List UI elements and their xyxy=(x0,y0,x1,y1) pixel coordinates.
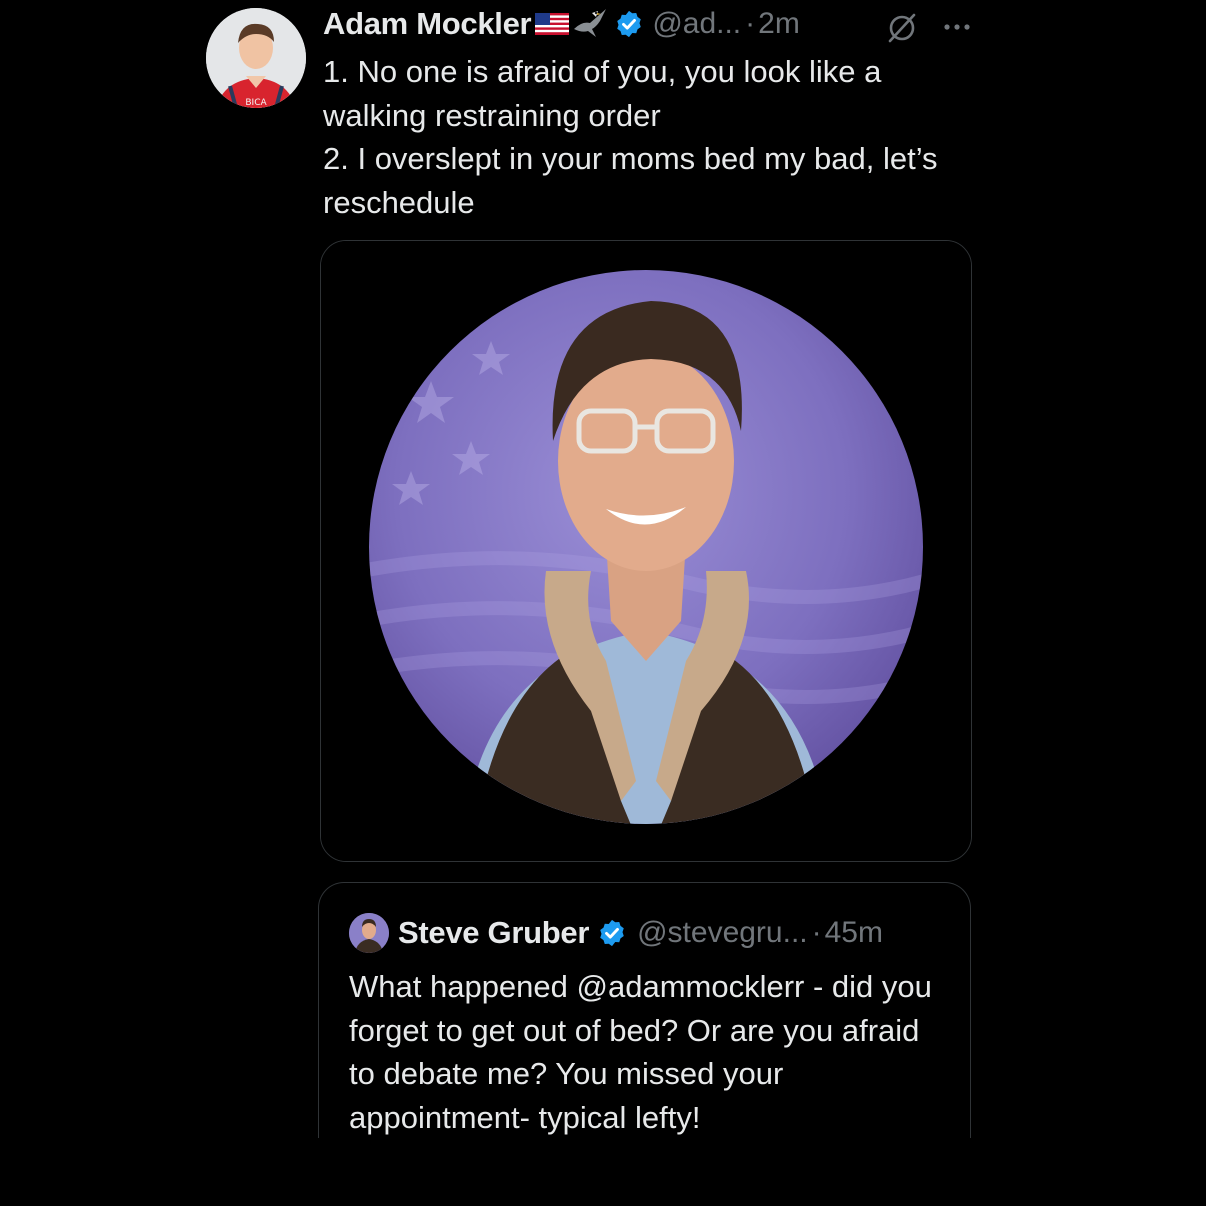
tweet-text-line: 1. No one is afraid of you, you look lik… xyxy=(323,54,882,133)
tweet-text: 1. No one is afraid of you, you look lik… xyxy=(323,50,963,224)
more-options-icon[interactable] xyxy=(942,14,972,40)
tweet-header: Adam Mockler @ad... · 2m xyxy=(323,4,800,44)
eagle-icon xyxy=(572,7,608,41)
tweet-text-line: 2. I overslept in your moms bed my bad, … xyxy=(323,141,938,220)
author-display-name[interactable]: Adam Mockler xyxy=(323,6,532,42)
tweet-timestamp[interactable]: 2m xyxy=(758,7,800,41)
quoted-author-avatar[interactable] xyxy=(349,913,389,953)
svg-text:BICA: BICA xyxy=(245,98,267,108)
quoted-tweet-header: Steve Gruber @stevegru... · 45m xyxy=(349,913,883,953)
quoted-tweet-text: What happened @adammocklerr - did you fo… xyxy=(349,969,932,1135)
quoted-author-display-name[interactable]: Steve Gruber xyxy=(398,915,589,951)
tweet[interactable]: BICA Adam Mockler @ad... · 2m 1. No one … xyxy=(0,0,1206,1206)
bottom-edge xyxy=(0,1138,1206,1206)
quoted-tweet-card[interactable]: Steve Gruber @stevegru... · 45m What hap… xyxy=(318,882,971,1182)
grok-icon[interactable] xyxy=(885,11,919,45)
separator-dot: · xyxy=(745,7,756,40)
separator-dot: · xyxy=(811,916,822,949)
author-avatar[interactable]: BICA xyxy=(206,8,306,108)
quoted-author-handle[interactable]: @stevegru... xyxy=(637,916,808,950)
verified-badge-icon xyxy=(597,918,627,948)
us-flag-icon xyxy=(535,13,570,35)
author-handle[interactable]: @ad... xyxy=(652,7,741,41)
portrait-photo-icon xyxy=(321,241,971,861)
tweet-media-image[interactable] xyxy=(320,240,972,862)
verified-badge-icon xyxy=(614,9,644,39)
quoted-tweet-timestamp[interactable]: 45m xyxy=(825,916,883,950)
